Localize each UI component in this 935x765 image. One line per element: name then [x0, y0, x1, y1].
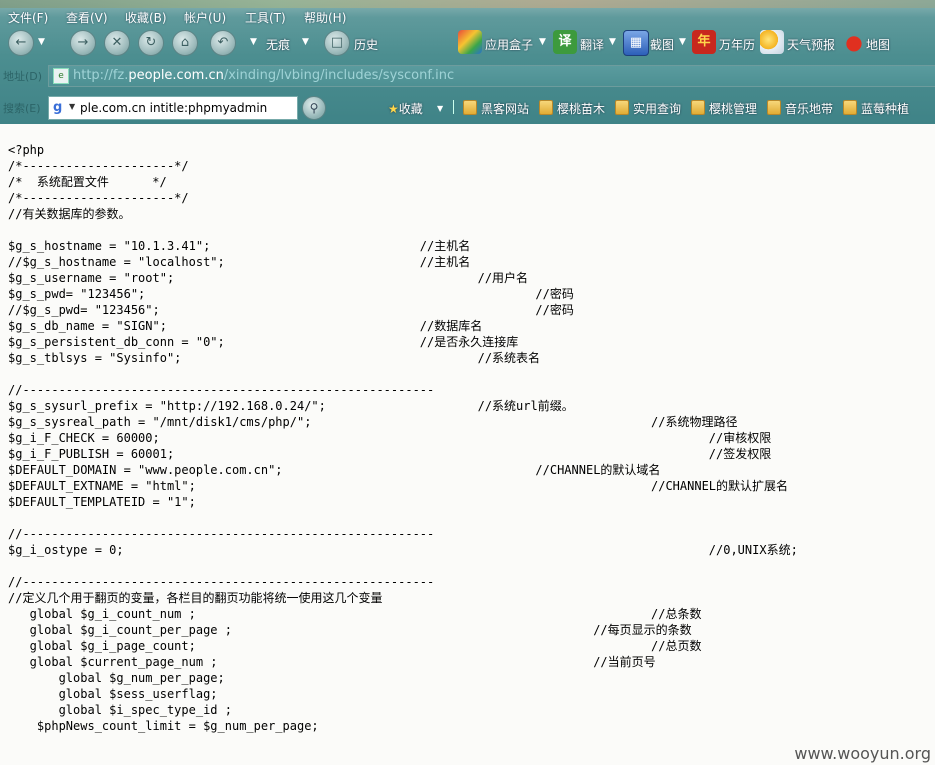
- folder-icon: [539, 100, 553, 115]
- code-line: $g_s_username = "root"; //用户名: [8, 271, 529, 285]
- code-line: global $g_num_per_page;: [8, 671, 225, 685]
- incognito-button[interactable]: 无痕: [266, 36, 290, 53]
- menu-favorites[interactable]: 收藏(B): [125, 9, 167, 26]
- back-dropdown-icon[interactable]: ▼: [38, 37, 45, 47]
- folder-icon: [615, 100, 629, 115]
- translate-dropdown-icon[interactable]: ▼: [609, 37, 616, 47]
- code-line: $g_s_db_name = "SIGN"; //数据库名: [8, 319, 483, 333]
- code-line: //$g_s_hostname = "localhost"; //主机名: [8, 255, 471, 269]
- code-line: //--------------------------------------…: [8, 527, 435, 541]
- menu-help[interactable]: 帮助(H): [304, 9, 346, 26]
- menu-account[interactable]: 帐户(U): [184, 9, 226, 26]
- separator: [453, 100, 454, 114]
- weather-icon: [760, 30, 784, 54]
- folder-icon: [463, 100, 477, 115]
- forward-icon[interactable]: →: [70, 30, 96, 56]
- code-line: $g_s_tblsys = "Sysinfo"; //系统表名: [8, 351, 541, 365]
- code-line: global $g_i_count_num ; //总条数: [8, 607, 702, 621]
- search-magnifier-icon[interactable]: ⚲: [302, 96, 326, 120]
- code-line: $g_i_F_CHECK = 60000; //审核权限: [8, 431, 772, 445]
- code-line: //定义几个用于翻页的变量，各栏目的翻页功能将统一使用这几个变量: [8, 591, 383, 605]
- menu-bar: 文件(F) 查看(V) 收藏(B) 帐户(U) 工具(T) 帮助(H): [0, 8, 935, 26]
- back-icon[interactable]: ←: [8, 30, 34, 56]
- search-toolbar: 搜索(E) g ▼ ple.com.cn intitle:phpmyadmin …: [0, 92, 935, 122]
- menu-view[interactable]: 查看(V): [66, 9, 108, 26]
- undo-dropdown-icon[interactable]: ▼: [250, 37, 257, 47]
- favorite-link-cherry-seedling[interactable]: 樱桃苗木: [557, 100, 605, 117]
- code-line: global $sess_userflag;: [8, 687, 218, 701]
- refresh-icon[interactable]: ↻: [138, 30, 164, 56]
- favorite-link-cherry-manage[interactable]: 樱桃管理: [709, 100, 757, 117]
- code-line: $g_s_hostname = "10.1.3.41"; //主机名: [8, 239, 471, 253]
- code-line: global $g_i_count_per_page ; //每页显示的条数: [8, 623, 692, 637]
- search-input[interactable]: g ▼ ple.com.cn intitle:phpmyadmin: [48, 96, 298, 120]
- address-bar: 地址(D) e http://fz.people.com.cn/xinding/…: [0, 62, 935, 90]
- code-line: /*---------------------*/: [8, 191, 189, 205]
- address-label: 地址(D): [3, 70, 43, 83]
- address-input[interactable]: e http://fz.people.com.cn/xinding/lvbing…: [48, 65, 935, 87]
- navigation-toolbar: ← ▼ → ✕ ↻ ⌂ ↶ ▼ 无痕 ▼ □ 历史 应用盒子 ▼ 译 翻译 ▼ …: [0, 28, 935, 60]
- folder-icon: [767, 100, 781, 115]
- search-label: 搜索(E): [3, 102, 41, 115]
- screenshot-icon: ▦: [623, 30, 649, 56]
- browser-chrome: 文件(F) 查看(V) 收藏(B) 帐户(U) 工具(T) 帮助(H) ← ▼ …: [0, 0, 935, 124]
- watermark: www.wooyun.org: [794, 744, 931, 763]
- code-line: $g_s_sysreal_path = "/mnt/disk1/cms/php/…: [8, 415, 738, 429]
- search-text: ple.com.cn intitle:phpmyadmin: [80, 101, 268, 115]
- code-line: $DEFAULT_DOMAIN = "www.people.com.cn"; /…: [8, 463, 661, 477]
- screenshot-button[interactable]: ▦ 截图: [623, 30, 683, 56]
- undo-icon[interactable]: ↶: [210, 30, 236, 56]
- code-line: //有关数据库的参数。: [8, 207, 131, 221]
- menu-tools[interactable]: 工具(T): [245, 9, 286, 26]
- code-line: <?php: [8, 143, 45, 157]
- map-pin-icon: ●: [845, 30, 863, 54]
- favorites-dropdown-icon[interactable]: ▼: [437, 104, 443, 113]
- history-icon[interactable]: □: [324, 30, 350, 56]
- favorites-button[interactable]: ★收藏: [388, 100, 423, 117]
- code-line: global $g_i_page_count; //总页数: [8, 639, 702, 653]
- code-line: /*---------------------*/: [8, 159, 189, 173]
- code-line: global $current_page_num ; //当前页号: [8, 655, 656, 669]
- code-line: $DEFAULT_EXTNAME = "html"; //CHANNEL的默认扩…: [8, 479, 789, 493]
- page-content: <?php /*---------------------*/ /* 系统配置文件 …: [0, 124, 935, 765]
- app-box-dropdown-icon[interactable]: ▼: [539, 37, 546, 47]
- code-line: $g_s_pwd= "123456"; //密码: [8, 287, 574, 301]
- favorite-link-hacker[interactable]: 黑客网站: [481, 100, 529, 117]
- weather-button[interactable]: 天气预报: [760, 30, 838, 56]
- code-line: $g_i_F_PUBLISH = 60001; //签发权限: [8, 447, 772, 461]
- translate-icon: 译: [553, 30, 577, 54]
- code-line: $g_s_persistent_db_conn = "0"; //是否永久连接库: [8, 335, 519, 349]
- star-icon: ★: [388, 102, 399, 116]
- screenshot-dropdown-icon[interactable]: ▼: [679, 37, 686, 47]
- history-button[interactable]: 历史: [354, 36, 378, 53]
- code-line: //$g_s_pwd= "123456"; //密码: [8, 303, 574, 317]
- calendar-button[interactable]: 年 万年历: [692, 30, 760, 56]
- page-favicon-icon: e: [53, 68, 69, 84]
- code-line: //--------------------------------------…: [8, 575, 435, 589]
- code-line: $phpNews_count_limit = $g_num_per_page;: [8, 719, 319, 733]
- incognito-dropdown-icon[interactable]: ▼: [302, 37, 309, 47]
- google-engine-icon[interactable]: g: [53, 100, 68, 115]
- code-line: $g_s_sysurl_prefix = "http://192.168.0.2…: [8, 399, 574, 413]
- map-button[interactable]: ● 地图: [842, 30, 900, 56]
- home-icon[interactable]: ⌂: [172, 30, 198, 56]
- code-line: /* 系统配置文件 */: [8, 175, 167, 189]
- favorite-link-blueberry[interactable]: 蓝莓种植: [861, 100, 909, 117]
- app-box-button[interactable]: 应用盒子: [458, 30, 544, 56]
- favorite-link-query[interactable]: 实用查询: [633, 100, 681, 117]
- engine-dropdown-icon[interactable]: ▼: [69, 102, 75, 111]
- app-box-icon: [458, 30, 482, 54]
- calendar-icon: 年: [692, 30, 716, 54]
- code-line: global $i_spec_type_id ;: [8, 703, 232, 717]
- code-line: $DEFAULT_TEMPLATEID = "1";: [8, 495, 196, 509]
- code-line: $g_i_ostype = 0; //0,UNIX系统;: [8, 543, 798, 557]
- folder-icon: [691, 100, 705, 115]
- folder-icon: [843, 100, 857, 115]
- code-line: //--------------------------------------…: [8, 383, 435, 397]
- menu-file[interactable]: 文件(F): [8, 9, 48, 26]
- url-text: http://fz.people.com.cn/xinding/lvbing/i…: [73, 68, 455, 83]
- stop-icon[interactable]: ✕: [104, 30, 130, 56]
- favorite-link-music[interactable]: 音乐地带: [785, 100, 833, 117]
